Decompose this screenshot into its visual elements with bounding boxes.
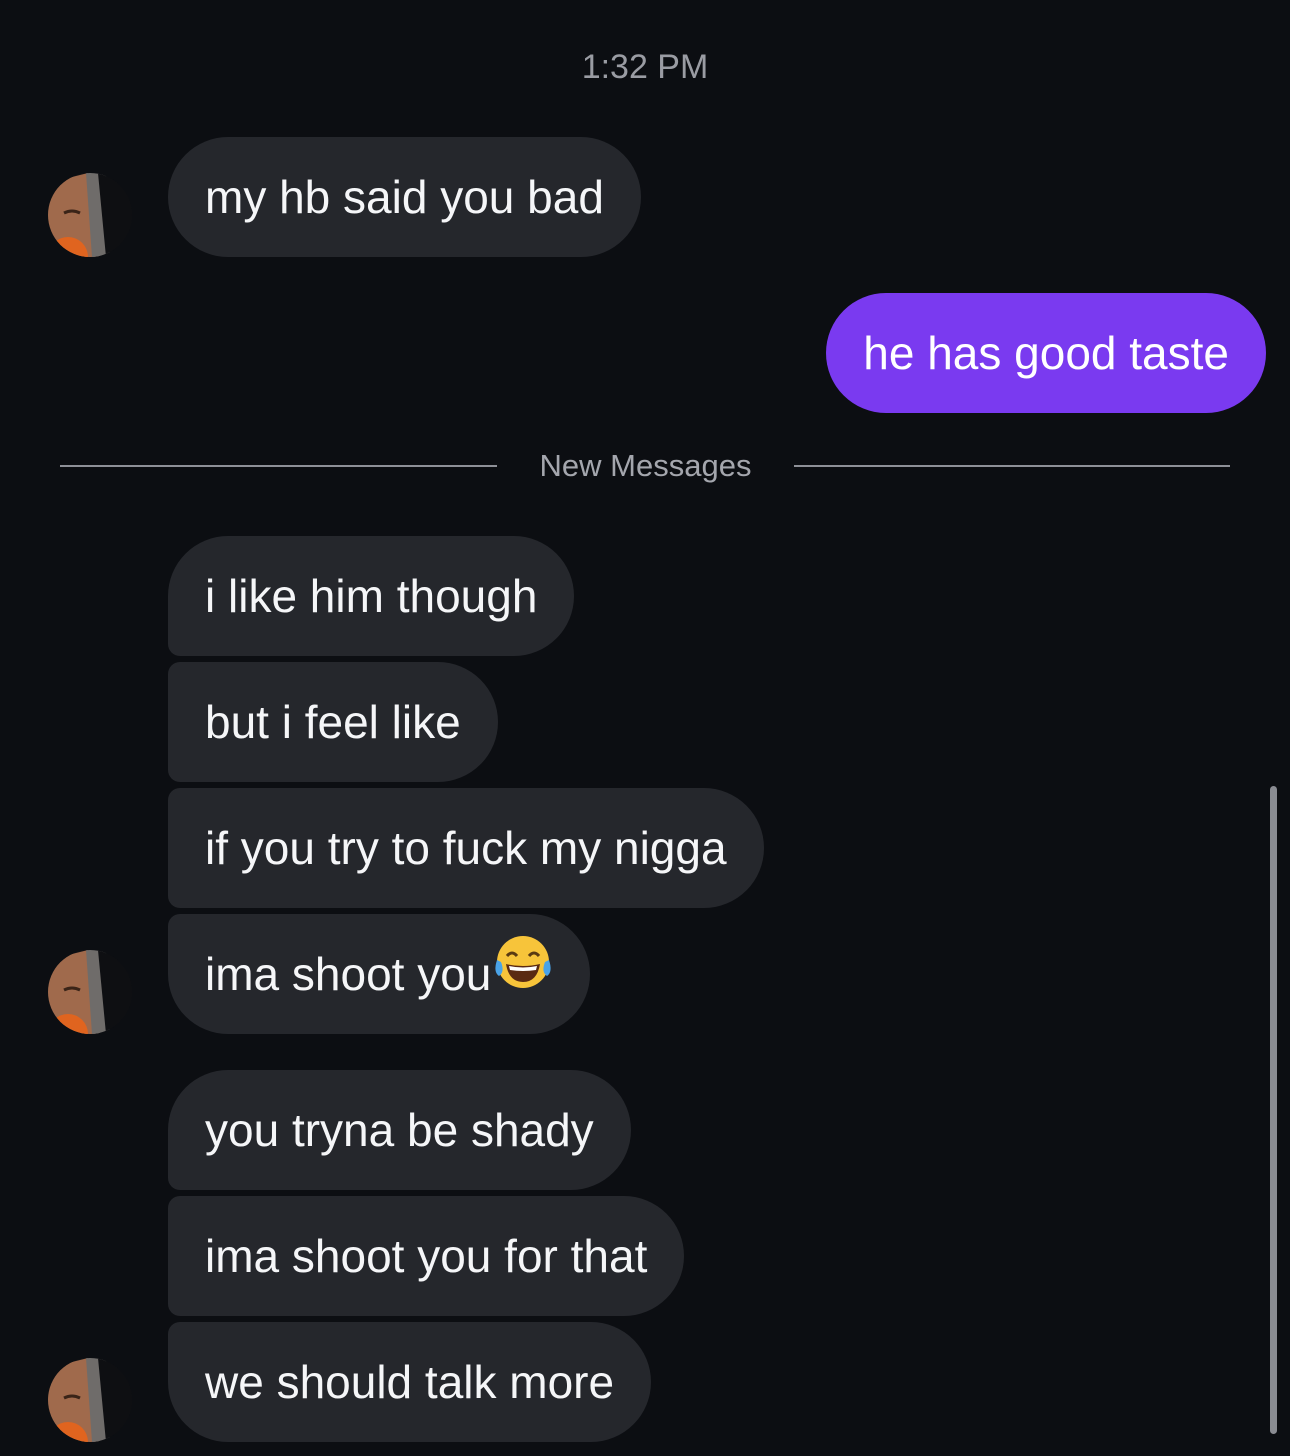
incoming-message-bubble[interactable]: but i feel like: [168, 662, 498, 782]
contact-avatar[interactable]: [48, 950, 132, 1034]
divider-line: [794, 465, 1230, 467]
avatar-photo: [48, 950, 132, 1034]
message-text: you tryna be shady: [205, 1104, 594, 1156]
message-text: ima shoot you for that: [205, 1230, 648, 1282]
message-text: my hb said you bad: [205, 171, 604, 223]
contact-avatar[interactable]: [48, 1358, 132, 1442]
divider-label: New Messages: [539, 448, 752, 483]
incoming-message-bubble[interactable]: ima shoot you for that: [168, 1196, 685, 1316]
message-text: but i feel like: [205, 696, 461, 748]
incoming-message-bubble[interactable]: we should talk more: [168, 1322, 652, 1442]
incoming-message-bubble[interactable]: you tryna be shady: [168, 1070, 631, 1190]
face-with-tears-of-joy-icon: [493, 914, 553, 1034]
message-timestamp: 1:32 PM: [581, 48, 709, 86]
outgoing-message-bubble[interactable]: he has good taste: [826, 293, 1266, 413]
incoming-message-bubble[interactable]: ima shoot you: [168, 914, 591, 1034]
incoming-message-bubble[interactable]: my hb said you bad: [168, 137, 641, 257]
message-text: i like him though: [205, 570, 538, 622]
new-messages-divider: New Messages: [60, 447, 1230, 487]
scrollbar[interactable]: [1270, 786, 1277, 1434]
incoming-message-bubble[interactable]: if you try to fuck my nigga: [168, 788, 764, 908]
message-text: he has good taste: [863, 327, 1229, 379]
avatar-photo: [48, 1358, 132, 1442]
message-text: we should talk more: [205, 1356, 615, 1408]
incoming-message-bubble[interactable]: i like him though: [168, 536, 575, 656]
message-text: if you try to fuck my nigga: [205, 822, 727, 874]
divider-line: [60, 465, 497, 467]
message-text: ima shoot you: [205, 948, 492, 1000]
avatar-photo: [48, 173, 132, 257]
contact-avatar[interactable]: [48, 173, 132, 257]
